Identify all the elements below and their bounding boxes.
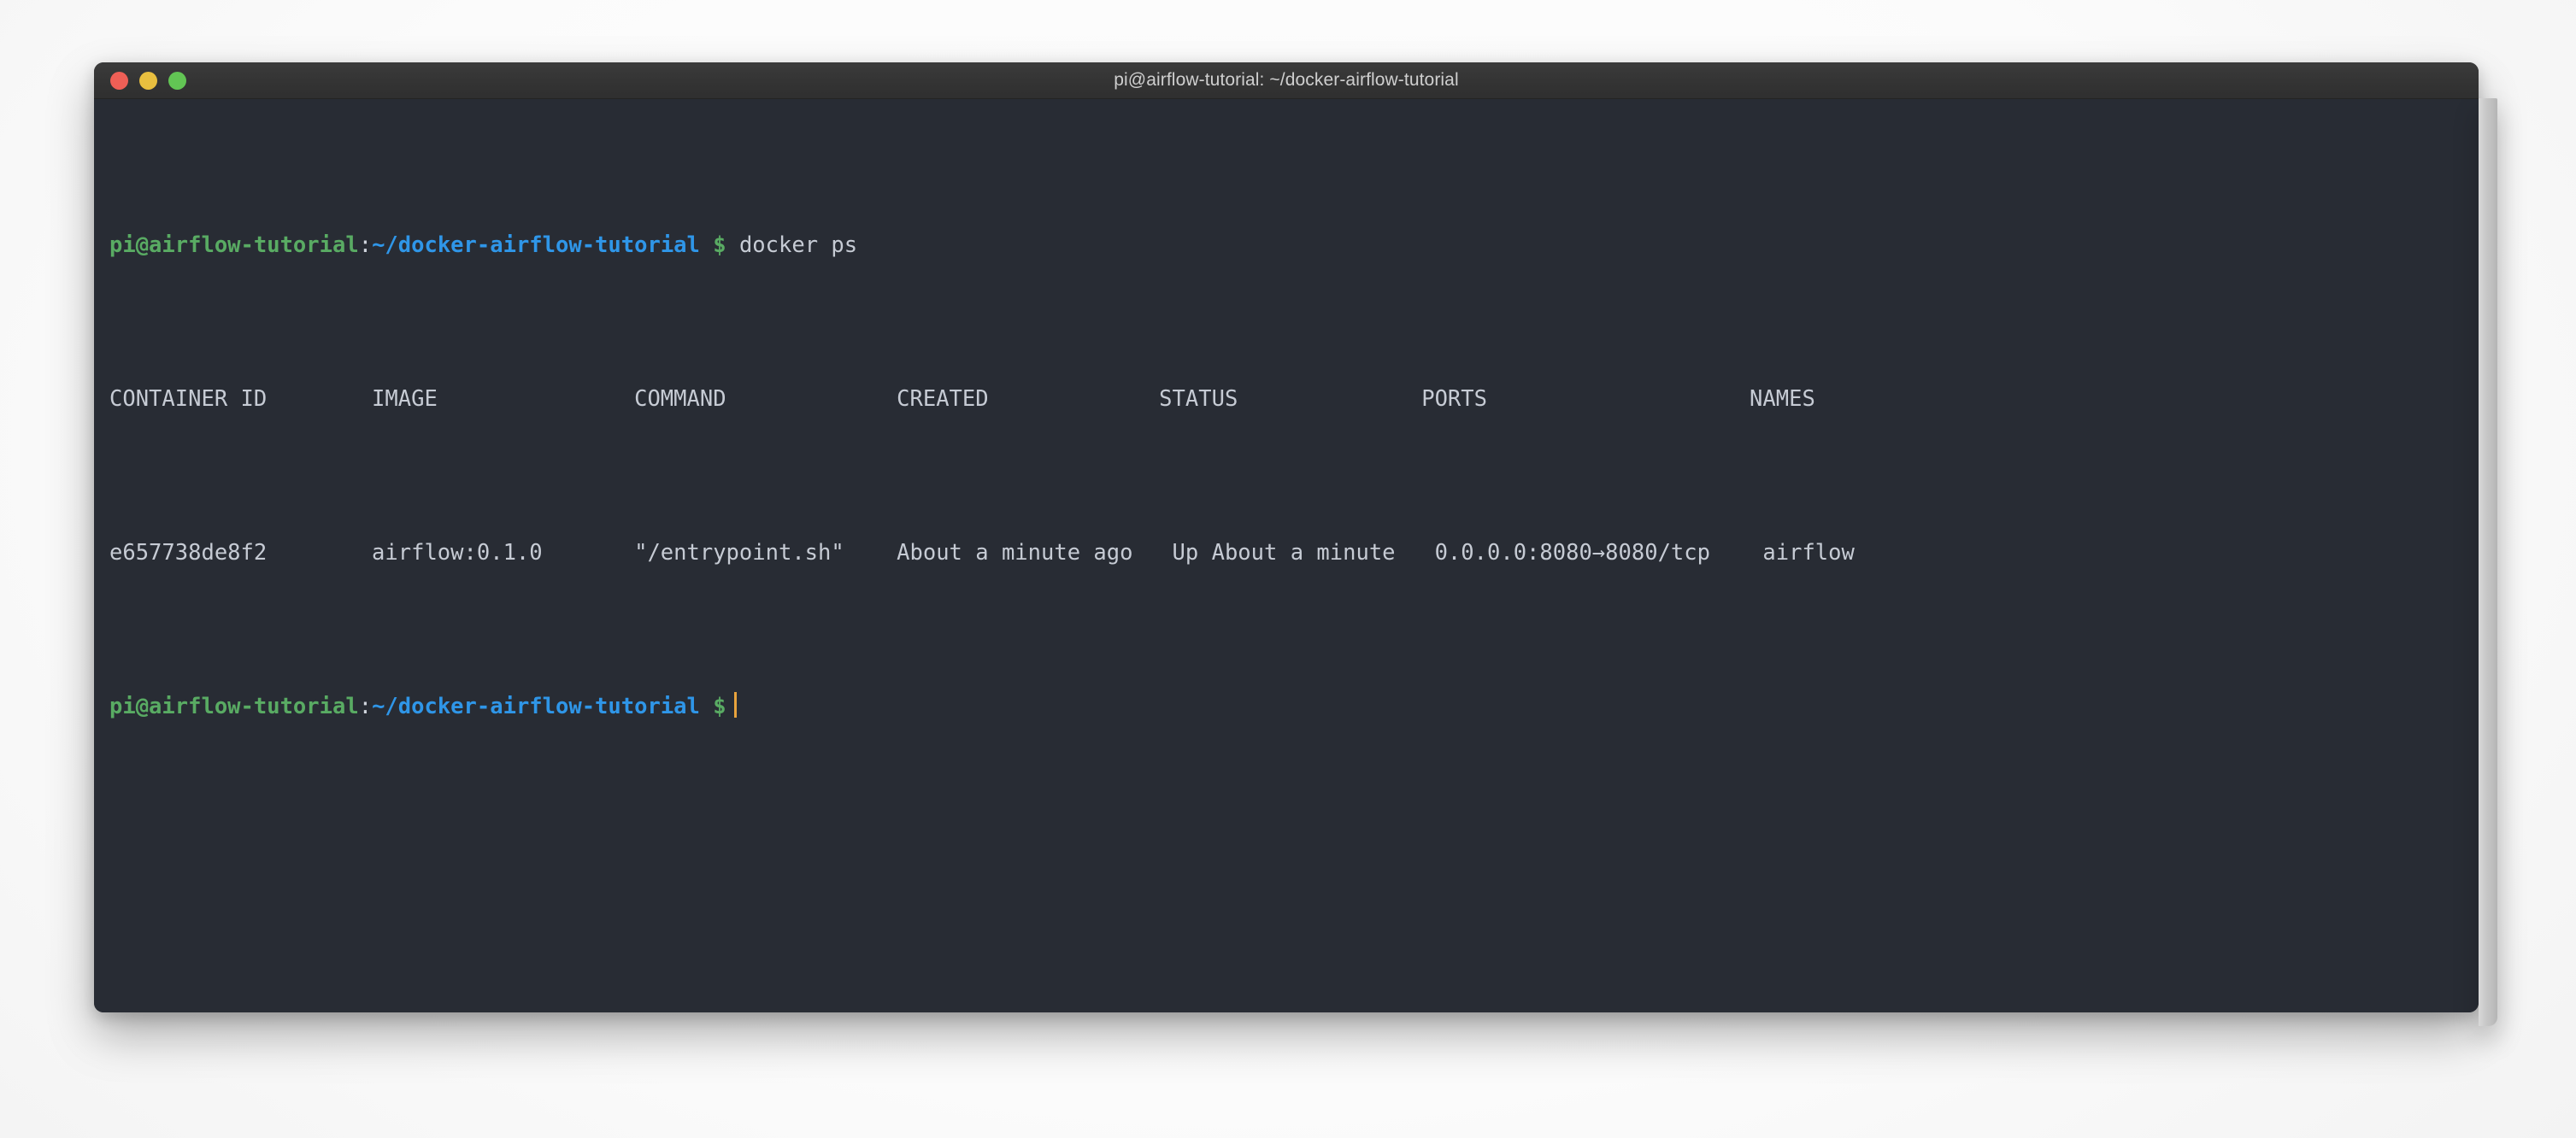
terminal-line-prompt: pi@airflow-tutorial:~/docker-airflow-tut… <box>109 688 2479 726</box>
terminal-body[interactable]: pi@airflow-tutorial:~/docker-airflow-tut… <box>94 99 2479 1012</box>
terminal-line-command: pi@airflow-tutorial:~/docker-airflow-tut… <box>109 226 2479 265</box>
zoom-window-button[interactable] <box>168 71 186 90</box>
prompt-user-host: pi@airflow-tutorial <box>109 694 359 719</box>
prompt-space-1 <box>700 232 713 258</box>
minimize-window-button[interactable] <box>139 71 157 90</box>
docker-ps-container-row: e657738de8f2 airflow:0.1.0 "/entrypoint.… <box>109 540 1855 566</box>
window-title: pi@airflow-tutorial: ~/docker-airflow-tu… <box>1114 70 1459 90</box>
desktop-background: pi@airflow-tutorial: ~/docker-airflow-tu… <box>0 0 2576 1138</box>
prompt-user-host: pi@airflow-tutorial <box>109 232 359 258</box>
prompt-path: ~/docker-airflow-tutorial <box>372 694 700 719</box>
prompt-space-3 <box>700 694 713 719</box>
close-window-button[interactable] <box>110 71 128 90</box>
typed-command: docker ps <box>738 232 858 258</box>
terminal-scrollbar[interactable] <box>2479 98 2497 1026</box>
docker-ps-header-row: CONTAINER ID IMAGE COMMAND CREATED STATU… <box>109 386 1815 412</box>
prompt-colon: : <box>358 232 373 258</box>
terminal-screen[interactable]: pi@airflow-tutorial:~/docker-airflow-tut… <box>109 111 2479 842</box>
prompt-space-2 <box>726 232 739 258</box>
prompt-path: ~/docker-airflow-tutorial <box>372 232 700 258</box>
prompt-sigil: $ <box>713 232 726 258</box>
terminal-window[interactable]: pi@airflow-tutorial: ~/docker-airflow-tu… <box>94 62 2497 1026</box>
text-cursor <box>733 692 737 718</box>
prompt-sigil: $ <box>713 694 726 719</box>
window-titlebar[interactable]: pi@airflow-tutorial: ~/docker-airflow-tu… <box>94 62 2479 99</box>
prompt-colon: : <box>358 694 373 719</box>
window-controls <box>110 71 186 90</box>
